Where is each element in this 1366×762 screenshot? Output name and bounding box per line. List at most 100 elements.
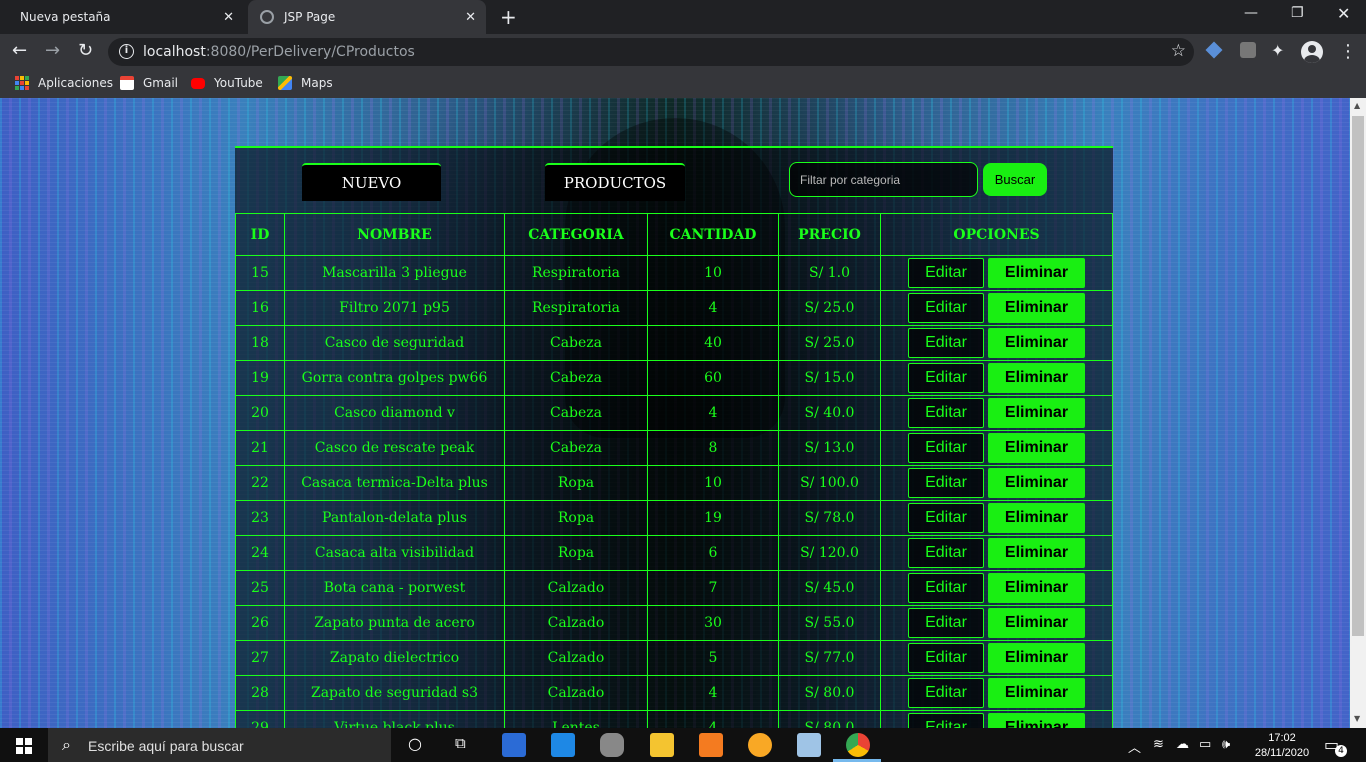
windows-taskbar: ⌕ Escribe aquí para buscar ○ ⧉ ︿ ≋ ☁ ▭ 🕪… xyxy=(0,728,1366,762)
cell-id: 23 xyxy=(235,500,285,536)
edit-button[interactable]: Editar xyxy=(908,363,984,393)
address-bar[interactable]: i localhost:8080/PerDelivery/CProductos … xyxy=(108,38,1194,66)
database-icon[interactable] xyxy=(600,733,624,757)
bookmark-gmail[interactable]: Gmail xyxy=(120,76,178,90)
table-row: 24 Casaca alta visibilidad Ropa 6 S/ 120.0 Ed… xyxy=(235,535,1113,571)
bookmark-youtube[interactable]: YouTube xyxy=(191,76,263,90)
cc-icon[interactable] xyxy=(748,733,772,757)
edit-button[interactable]: Editar xyxy=(908,643,984,673)
edit-button[interactable]: Editar xyxy=(908,328,984,358)
table-row: 18 Casco de seguridad Cabeza 40 S/ 25.0 Edita… xyxy=(235,325,1113,361)
network-icon[interactable]: ≋ xyxy=(1153,737,1164,752)
battery-icon[interactable]: ▭ xyxy=(1199,737,1211,752)
reload-icon[interactable]: ↻ xyxy=(78,40,93,61)
menu-kebab-icon[interactable]: ⋮ xyxy=(1339,41,1357,62)
extension-avast-icon[interactable] xyxy=(1240,42,1256,58)
delete-button[interactable]: Eliminar xyxy=(988,678,1085,708)
edit-button[interactable]: Editar xyxy=(908,538,984,568)
tab-jsp-page[interactable]: JSP Page ✕ xyxy=(248,0,486,34)
delete-button[interactable]: Eliminar xyxy=(988,643,1085,673)
bookmark-maps[interactable]: Maps xyxy=(278,76,333,90)
extension-cube-icon[interactable] xyxy=(1205,41,1223,59)
cell-cantidad: 30 xyxy=(647,605,779,641)
delete-button[interactable]: Eliminar xyxy=(988,433,1085,463)
scroll-up-icon[interactable]: ▲ xyxy=(1354,101,1360,110)
table-header-row: ID NOMBRE CATEGORIA CANTIDAD PRECIO OPCI… xyxy=(235,213,1113,256)
delete-button[interactable]: Eliminar xyxy=(988,363,1085,393)
cell-nombre: Filtro 2071 p95 xyxy=(284,290,505,326)
delete-button[interactable]: Eliminar xyxy=(988,258,1085,288)
edit-button[interactable]: Editar xyxy=(908,398,984,428)
onedrive-cloud-icon[interactable]: ☁ xyxy=(1176,737,1189,752)
cell-opciones: Editar Eliminar xyxy=(880,500,1113,536)
cell-categoria: Respiratoria xyxy=(504,290,648,326)
search-button[interactable]: Buscar xyxy=(983,163,1047,196)
edit-button[interactable]: Editar xyxy=(908,678,984,708)
virtualbox-icon[interactable] xyxy=(797,733,821,757)
close-tab-icon[interactable]: ✕ xyxy=(465,10,476,25)
cell-nombre: Casaca alta visibilidad xyxy=(284,535,505,571)
nuevo-button[interactable]: NUEVO xyxy=(302,163,441,201)
cortana-icon[interactable]: ○ xyxy=(408,734,422,753)
cell-precio: S/ 25.0 xyxy=(778,325,881,361)
file-explorer-icon[interactable] xyxy=(650,733,674,757)
edit-button[interactable]: Editar xyxy=(908,608,984,638)
delete-button[interactable]: Eliminar xyxy=(988,328,1085,358)
back-icon[interactable]: ← xyxy=(12,40,27,61)
delete-button[interactable]: Eliminar xyxy=(988,398,1085,428)
page-scrollbar[interactable]: ▲ ▼ xyxy=(1350,98,1366,728)
bookmark-star-icon[interactable]: ☆ xyxy=(1171,41,1186,61)
task-view-icon[interactable]: ⧉ xyxy=(455,734,466,752)
extensions-puzzle-icon[interactable]: ✦ xyxy=(1271,41,1284,60)
cell-opciones: Editar Eliminar xyxy=(880,395,1113,431)
mail-icon[interactable] xyxy=(551,733,575,757)
delete-button[interactable]: Eliminar xyxy=(988,503,1085,533)
scroll-down-icon[interactable]: ▼ xyxy=(1354,714,1360,723)
edit-button[interactable]: Editar xyxy=(908,258,984,288)
delete-button[interactable]: Eliminar xyxy=(988,713,1085,728)
column-header-opciones: OPCIONES xyxy=(880,213,1113,256)
cell-opciones: Editar Eliminar xyxy=(880,465,1113,501)
table-row: 28 Zapato de seguridad s3 Calzado 4 S/ 80.0 E… xyxy=(235,675,1113,711)
tab-new-tab[interactable]: Nueva pestaña ✕ xyxy=(8,0,244,34)
cell-cantidad: 19 xyxy=(647,500,779,536)
cell-nombre: Zapato dielectrico xyxy=(284,640,505,676)
taskbar-search-box[interactable]: ⌕ Escribe aquí para buscar xyxy=(48,728,391,762)
volume-icon[interactable]: 🕪 xyxy=(1222,737,1230,752)
delete-button[interactable]: Eliminar xyxy=(988,573,1085,603)
url-text[interactable]: localhost:8080/PerDelivery/CProductos xyxy=(143,44,415,60)
edit-button[interactable]: Editar xyxy=(908,433,984,463)
table-row: 21 Casco de rescate peak Cabeza 8 S/ 13.0 Edi… xyxy=(235,430,1113,466)
system-clock[interactable]: 17:02 28/11/2020 xyxy=(1250,731,1314,761)
delete-button[interactable]: Eliminar xyxy=(988,608,1085,638)
edit-button[interactable]: Editar xyxy=(908,293,984,323)
close-window-icon[interactable]: ✕ xyxy=(1337,4,1350,23)
productos-button[interactable]: PRODUCTOS xyxy=(545,163,685,201)
info-icon[interactable]: i xyxy=(119,44,134,59)
edit-button[interactable]: Editar xyxy=(908,713,984,728)
forward-icon[interactable]: → xyxy=(45,40,60,61)
products-table: ID NOMBRE CATEGORIA CANTIDAD PRECIO OPCI… xyxy=(235,213,1113,728)
scrollbar-thumb[interactable] xyxy=(1352,116,1364,636)
category-filter-input[interactable] xyxy=(789,162,978,197)
close-tab-icon[interactable]: ✕ xyxy=(223,10,234,25)
edit-button[interactable]: Editar xyxy=(908,503,984,533)
bookmark-apps[interactable]: Aplicaciones xyxy=(15,76,113,90)
edit-button[interactable]: Editar xyxy=(908,468,984,498)
restore-icon[interactable]: ❐ xyxy=(1291,5,1304,21)
delete-button[interactable]: Eliminar xyxy=(988,538,1085,568)
chrome-icon[interactable] xyxy=(846,733,870,757)
tray-chevron-up-icon[interactable]: ︿ xyxy=(1128,737,1141,756)
profile-avatar-icon[interactable] xyxy=(1301,41,1323,63)
minimize-icon[interactable]: — xyxy=(1244,5,1258,21)
edit-button[interactable]: Editar xyxy=(908,573,984,603)
xampp-icon[interactable] xyxy=(699,733,723,757)
delete-button[interactable]: Eliminar xyxy=(988,468,1085,498)
cell-categoria: Respiratoria xyxy=(504,255,648,291)
new-tab-icon[interactable]: + xyxy=(500,5,517,29)
tab-title: Nueva pestaña xyxy=(20,10,111,24)
delete-button[interactable]: Eliminar xyxy=(988,293,1085,323)
browser-tab-bar: Nueva pestaña ✕ JSP Page ✕ + — ❐ ✕ xyxy=(0,0,1366,34)
windows-start-icon[interactable] xyxy=(16,738,32,754)
store-icon[interactable] xyxy=(502,733,526,757)
